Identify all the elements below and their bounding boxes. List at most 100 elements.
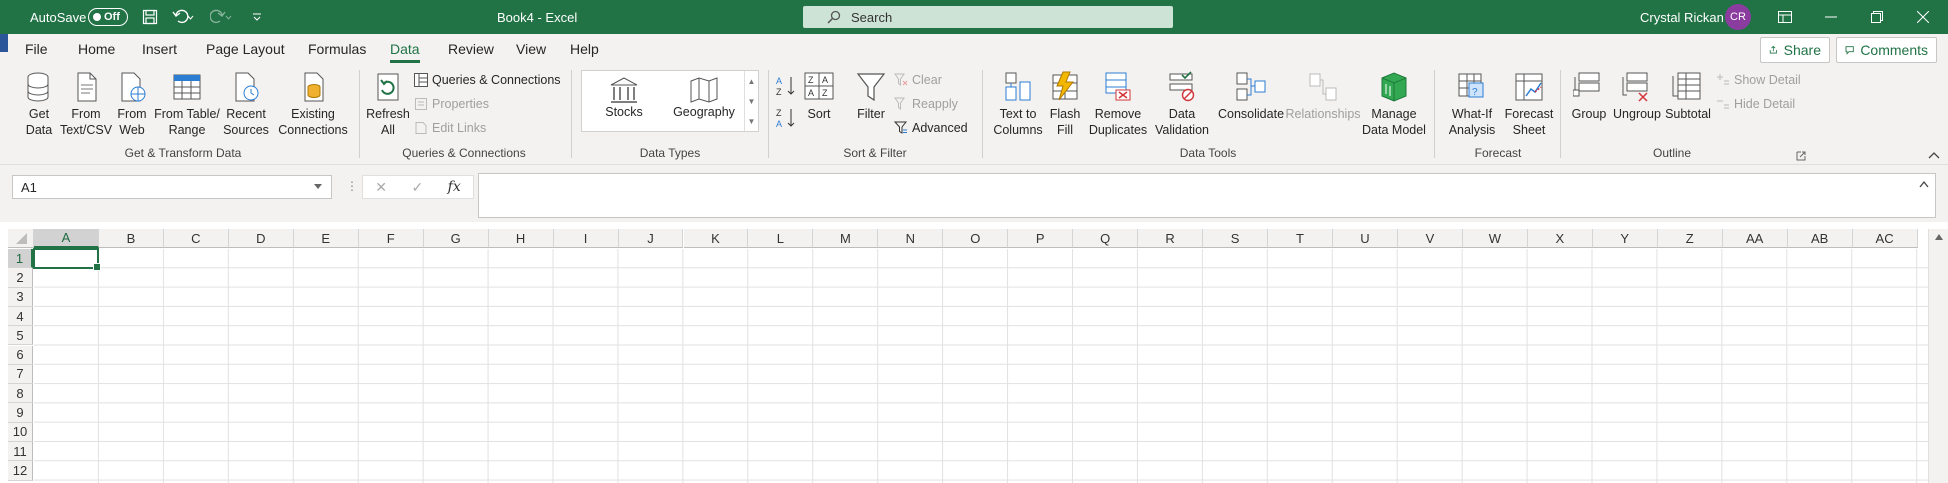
redo-icon[interactable] (210, 0, 232, 34)
tab-view[interactable]: View (516, 41, 546, 57)
tab-data[interactable]: Data (390, 41, 420, 63)
what-if-analysis-button[interactable]: ? What-If Analysis (1442, 70, 1502, 138)
column-header-l[interactable]: L (748, 229, 814, 248)
data-validation-button[interactable]: Data Validation (1150, 70, 1214, 138)
restore-icon[interactable] (1854, 0, 1900, 34)
column-header-r[interactable]: R (1138, 229, 1204, 248)
filter-button[interactable]: Filter (854, 70, 888, 122)
relationships-button[interactable]: Relationships (1285, 70, 1361, 122)
active-cell-a1[interactable] (33, 248, 101, 271)
row-header-10[interactable]: 10 (8, 422, 33, 442)
column-header-f[interactable]: F (358, 229, 424, 248)
from-table-range-button[interactable]: From Table/ Range (154, 70, 220, 138)
tab-review[interactable]: Review (448, 41, 494, 57)
subtotal-button[interactable]: Subtotal (1664, 70, 1712, 122)
row-header-1[interactable]: 1 (8, 249, 33, 269)
row-header-12[interactable]: 12 (8, 461, 33, 481)
gallery-more-icon[interactable]: ▼ (748, 117, 756, 126)
collapse-ribbon-icon[interactable] (1928, 146, 1940, 166)
tab-page-layout[interactable]: Page Layout (206, 41, 285, 57)
select-all-corner[interactable] (8, 229, 34, 248)
reapply-button[interactable]: Reapply (894, 94, 958, 114)
column-header-m[interactable]: M (813, 229, 879, 248)
column-header-ab[interactable]: AB (1787, 229, 1853, 248)
tab-insert[interactable]: Insert (142, 41, 177, 57)
row-header-6[interactable]: 6 (8, 345, 33, 365)
existing-connections-button[interactable]: Existing Connections (278, 70, 348, 138)
minimize-icon[interactable] (1808, 0, 1854, 34)
column-header-c[interactable]: C (163, 229, 229, 248)
gallery-scroll[interactable]: ▲ ▼ ▼ (744, 71, 758, 131)
remove-duplicates-button[interactable]: Remove Duplicates (1088, 70, 1148, 138)
more-options-icon[interactable]: ⋮ (346, 179, 358, 193)
column-header-b[interactable]: B (98, 229, 164, 248)
column-header-w[interactable]: W (1462, 229, 1528, 248)
stocks-button[interactable]: Stocks (584, 75, 664, 119)
save-icon[interactable] (142, 0, 158, 34)
get-data-button[interactable]: Get Data (20, 70, 58, 138)
avatar[interactable]: CR (1725, 4, 1751, 30)
column-header-h[interactable]: H (488, 229, 554, 248)
column-header-q[interactable]: Q (1073, 229, 1139, 248)
edit-links-button[interactable]: Edit Links (414, 118, 486, 138)
column-header-k[interactable]: K (683, 229, 749, 248)
expand-formula-bar-icon[interactable] (1919, 180, 1929, 188)
column-header-y[interactable]: Y (1592, 229, 1658, 248)
column-header-s[interactable]: S (1203, 229, 1269, 248)
hide-detail-button[interactable]: Hide Detail (1716, 94, 1795, 114)
column-header-g[interactable]: G (423, 229, 489, 248)
search-input[interactable]: Search (803, 6, 1173, 28)
refresh-all-button[interactable]: Refresh All (366, 70, 410, 138)
advanced-filter-button[interactable]: Advanced (894, 118, 968, 138)
column-header-i[interactable]: I (553, 229, 619, 248)
scroll-up-icon[interactable] (1934, 233, 1944, 241)
consolidate-button[interactable]: Consolidate (1218, 70, 1284, 122)
vertical-scrollbar[interactable] (1928, 229, 1948, 483)
manage-data-model-button[interactable]: Manage Data Model (1362, 70, 1426, 138)
customize-qat-icon[interactable] (252, 0, 262, 34)
clear-filter-button[interactable]: Clear (894, 70, 942, 90)
sort-a-z-button[interactable]: AZ (776, 76, 796, 97)
text-to-columns-button[interactable]: Text to Columns (990, 70, 1046, 138)
column-header-aa[interactable]: AA (1722, 229, 1788, 248)
column-header-ac[interactable]: AC (1852, 229, 1918, 248)
undo-icon[interactable] (172, 0, 194, 34)
row-header-8[interactable]: 8 (8, 384, 33, 404)
row-header-11[interactable]: 11 (8, 442, 33, 462)
chevron-down-icon[interactable] (313, 183, 323, 191)
share-button[interactable]: Share (1760, 37, 1830, 63)
column-header-e[interactable]: E (293, 229, 359, 248)
flash-fill-button[interactable]: Flash Fill (1048, 70, 1082, 138)
tab-formulas[interactable]: Formulas (308, 41, 366, 57)
column-header-z[interactable]: Z (1657, 229, 1723, 248)
column-header-j[interactable]: J (618, 229, 684, 248)
group-button[interactable]: Group (1566, 70, 1612, 122)
tab-file[interactable]: File (25, 41, 48, 57)
formula-input[interactable] (478, 173, 1936, 218)
ungroup-button[interactable]: Ungroup (1610, 70, 1664, 122)
column-header-u[interactable]: U (1333, 229, 1398, 248)
cancel-icon[interactable]: ✕ (375, 179, 387, 196)
column-header-a[interactable]: A (34, 229, 99, 248)
show-detail-button[interactable]: Show Detail (1716, 70, 1801, 90)
properties-button[interactable]: Properties (414, 94, 489, 114)
row-header-7[interactable]: 7 (8, 364, 33, 385)
tab-help[interactable]: Help (570, 41, 599, 57)
row-header-3[interactable]: 3 (8, 287, 33, 307)
outline-dialog-launcher-icon[interactable] (1796, 146, 1806, 166)
comments-button[interactable]: Comments (1836, 37, 1937, 63)
row-header-2[interactable]: 2 (8, 268, 33, 288)
name-box[interactable]: A1 (12, 175, 332, 199)
gallery-down-icon[interactable]: ▼ (748, 97, 756, 106)
cell-area[interactable] (34, 249, 1928, 483)
sort-z-a-button[interactable]: ZA (776, 108, 796, 129)
enter-icon[interactable]: ✓ (411, 179, 423, 196)
row-header-9[interactable]: 9 (8, 403, 33, 423)
column-header-x[interactable]: X (1527, 229, 1593, 248)
column-header-t[interactable]: T (1268, 229, 1333, 248)
sort-button[interactable]: ZAAZ Sort (802, 70, 836, 122)
from-web-button[interactable]: From Web (114, 70, 150, 138)
queries-connections-button[interactable]: Queries & Connections (414, 70, 561, 90)
row-header-4[interactable]: 4 (8, 306, 33, 327)
insert-function-icon[interactable]: fx (448, 179, 461, 195)
